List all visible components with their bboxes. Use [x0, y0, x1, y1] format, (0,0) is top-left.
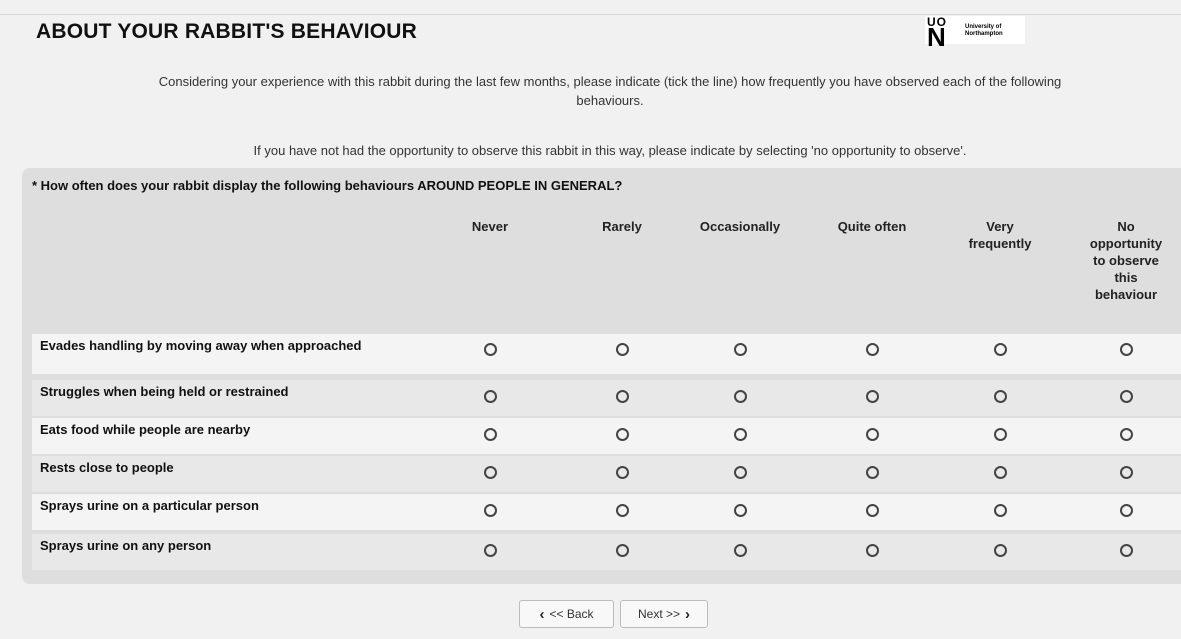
- question-text: * How often does your rabbit display the…: [32, 178, 623, 193]
- radio-option[interactable]: [734, 544, 747, 557]
- radio-option[interactable]: [616, 390, 629, 403]
- column-header: No opportunity to observe this behaviour: [1089, 219, 1163, 302]
- row-label: Eats food while people are nearby: [40, 422, 251, 437]
- radio-option[interactable]: [734, 466, 747, 479]
- question-row: Rests close to people: [32, 456, 1181, 492]
- radio-option[interactable]: [866, 466, 879, 479]
- radio-option[interactable]: [1120, 343, 1133, 356]
- radio-option[interactable]: [994, 544, 1007, 557]
- column-header: Very frequently: [968, 219, 1032, 251]
- row-label: Rests close to people: [40, 460, 174, 475]
- next-button-label: Next >>: [637, 607, 681, 621]
- radio-option[interactable]: [1120, 428, 1133, 441]
- column-header: Rarely: [602, 219, 642, 234]
- radio-option[interactable]: [866, 504, 879, 517]
- chevron-left-icon: ‹: [539, 605, 545, 623]
- radio-option[interactable]: [616, 504, 629, 517]
- radio-option[interactable]: [1120, 504, 1133, 517]
- column-header: Never: [471, 219, 509, 234]
- radio-option[interactable]: [484, 504, 497, 517]
- intro-instructions: Considering your experience with this ra…: [158, 74, 1062, 108]
- radio-option[interactable]: [1120, 390, 1133, 403]
- row-label: Struggles when being held or restrained: [40, 384, 289, 399]
- chevron-right-icon: ›: [685, 605, 691, 623]
- row-label: Evades handling by moving away when appr…: [40, 338, 362, 353]
- intro-no-opportunity-note: If you have not had the opportunity to o…: [253, 143, 967, 158]
- radio-option[interactable]: [994, 390, 1007, 403]
- radio-option[interactable]: [866, 390, 879, 403]
- university-logo: UO N University of Northampton: [925, 16, 1025, 50]
- radio-option[interactable]: [994, 343, 1007, 356]
- radio-option[interactable]: [994, 428, 1007, 441]
- radio-option[interactable]: [734, 428, 747, 441]
- radio-option[interactable]: [866, 428, 879, 441]
- radio-option[interactable]: [484, 343, 497, 356]
- radio-option[interactable]: [866, 343, 879, 356]
- radio-option[interactable]: [866, 544, 879, 557]
- question-row: Eats food while people are nearby: [32, 418, 1181, 454]
- radio-option[interactable]: [734, 390, 747, 403]
- question-row: Sprays urine on a particular person: [32, 494, 1181, 530]
- question-row: Evades handling by moving away when appr…: [32, 334, 1181, 374]
- radio-option[interactable]: [616, 466, 629, 479]
- radio-option[interactable]: [734, 343, 747, 356]
- page-title: ABOUT YOUR RABBIT'S BEHAVIOUR: [36, 20, 418, 43]
- radio-option[interactable]: [734, 504, 747, 517]
- row-label: Sprays urine on a particular person: [40, 498, 259, 513]
- radio-option[interactable]: [484, 544, 497, 557]
- radio-option[interactable]: [484, 466, 497, 479]
- top-divider: [0, 14, 1181, 15]
- next-button[interactable]: Next >> ›: [620, 600, 708, 628]
- radio-option[interactable]: [616, 544, 629, 557]
- radio-option[interactable]: [994, 504, 1007, 517]
- radio-option[interactable]: [1120, 466, 1133, 479]
- row-label: Sprays urine on any person: [40, 538, 212, 553]
- radio-option[interactable]: [1120, 544, 1133, 557]
- question-row: Sprays urine on any person: [32, 534, 1181, 570]
- column-header: Quite often: [837, 219, 907, 234]
- radio-option[interactable]: [616, 343, 629, 356]
- column-header: Occasionally: [699, 219, 781, 234]
- back-button[interactable]: ‹ << Back: [519, 600, 614, 628]
- radio-option[interactable]: [616, 428, 629, 441]
- radio-option[interactable]: [484, 390, 497, 403]
- back-button-label: << Back: [549, 607, 594, 621]
- radio-option[interactable]: [994, 466, 1007, 479]
- question-row: Struggles when being held or restrained: [32, 380, 1181, 416]
- radio-option[interactable]: [484, 428, 497, 441]
